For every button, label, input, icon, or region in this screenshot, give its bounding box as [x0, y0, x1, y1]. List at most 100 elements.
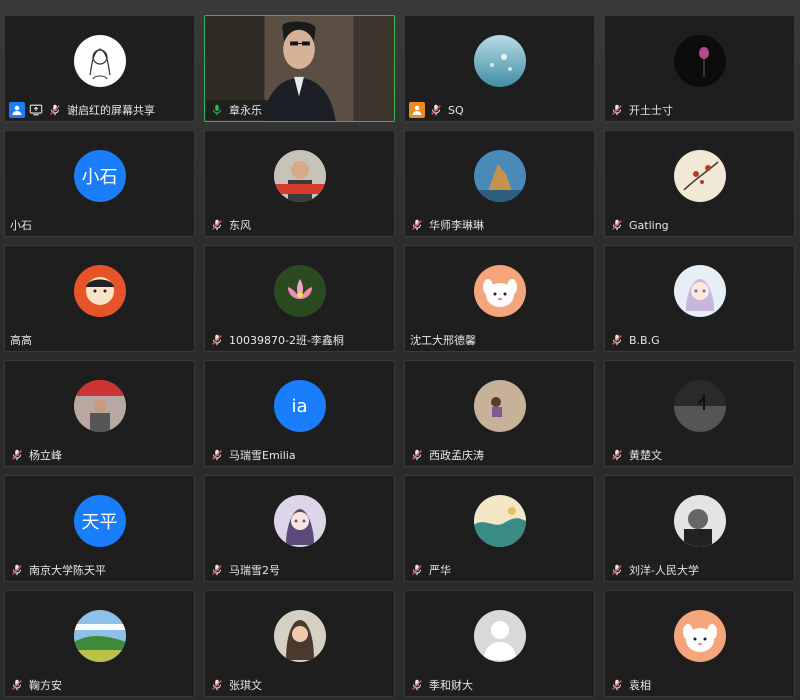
participant-avatar	[673, 35, 726, 87]
participant-tile[interactable]: SQ	[404, 15, 595, 122]
participant-tile[interactable]: ia 马瑞雪Emilia	[204, 360, 395, 467]
participant-name-bar: B.B.G	[606, 330, 666, 350]
mic-muted-icon	[428, 102, 444, 118]
participant-avatar	[273, 150, 326, 202]
participant-avatar	[673, 610, 726, 662]
participant-avatar: 小石	[73, 150, 126, 202]
participant-name-bar: 杨立峰	[6, 445, 68, 465]
participant-tile[interactable]: 华师李琳琳	[404, 130, 595, 237]
participant-name-bar: 鞠方安	[6, 675, 68, 695]
participant-name: 华师李琳琳	[429, 219, 484, 232]
participant-name-bar: 刘洋-人民大学	[606, 560, 705, 580]
participant-tile[interactable]: 鞠方安	[4, 590, 195, 697]
mic-muted-icon	[209, 677, 225, 693]
participant-name: 季和财大	[429, 679, 473, 692]
participant-name-bar: SQ	[406, 100, 470, 120]
participant-avatar	[73, 35, 126, 87]
participant-name: 刘洋-人民大学	[629, 564, 699, 577]
participant-tile[interactable]: 谢启红的屏幕共享	[4, 15, 195, 122]
participant-name: 张琪文	[229, 679, 262, 692]
participant-tile[interactable]: Gatling	[604, 130, 795, 237]
participant-tile[interactable]: 章永乐	[204, 15, 395, 122]
mic-muted-icon	[409, 562, 425, 578]
participant-name: 鞠方安	[29, 679, 62, 692]
mic-muted-icon	[609, 332, 625, 348]
participant-name: 杨立峰	[29, 449, 62, 462]
participant-name: 黄楚文	[629, 449, 662, 462]
participant-name-bar: 沈工大邢德馨	[406, 330, 482, 350]
participant-grid: 谢启红的屏幕共享 章永乐 SQ 开土士寸 小石 小石 东风 华师李琳琳 Gatling 高高 100…	[4, 15, 796, 697]
participant-avatar	[73, 380, 126, 432]
participant-name-bar: 谢启红的屏幕共享	[6, 100, 161, 120]
participant-name: B.B.G	[629, 333, 660, 347]
participant-name: 东风	[229, 219, 251, 232]
participant-tile[interactable]: 季和财大	[404, 590, 595, 697]
participant-avatar	[473, 495, 526, 547]
participant-avatar	[673, 150, 726, 202]
participant-tile[interactable]: 严华	[404, 475, 595, 582]
participant-name-bar: 西政孟庆涛	[406, 445, 490, 465]
participant-avatar	[473, 150, 526, 202]
participant-name-bar: 开土士寸	[606, 100, 679, 120]
participant-tile[interactable]: 杨立峰	[4, 360, 195, 467]
participant-name: 章永乐	[229, 104, 262, 117]
participant-tile[interactable]: 开土士寸	[604, 15, 795, 122]
participant-name-bar: 南京大学陈天平	[6, 560, 112, 580]
participant-tile[interactable]: 袁相	[604, 590, 795, 697]
participant-tile[interactable]: 黄楚文	[604, 360, 795, 467]
participant-name: 谢启红的屏幕共享	[67, 104, 155, 117]
mic-muted-icon	[609, 562, 625, 578]
participant-avatar: 天平	[73, 495, 126, 547]
participant-tile[interactable]: 张琪文	[204, 590, 395, 697]
host-user-icon	[409, 102, 425, 118]
participant-tile[interactable]: 高高	[4, 245, 195, 352]
participant-tile[interactable]: 10039870-2班-李鑫桐	[204, 245, 395, 352]
participant-tile[interactable]: 沈工大邢德馨	[404, 245, 595, 352]
participant-name-bar: 严华	[406, 560, 457, 580]
participant-name: 小石	[10, 219, 32, 232]
participant-name-bar: 季和财大	[406, 675, 479, 695]
participant-avatar	[473, 265, 526, 317]
participant-name-bar: 马瑞雪2号	[206, 560, 286, 580]
mic-muted-icon	[409, 217, 425, 233]
participant-tile[interactable]: 小石 小石	[4, 130, 195, 237]
participant-avatar	[673, 265, 726, 317]
screen-share-icon	[28, 102, 44, 118]
participant-avatar	[73, 610, 126, 662]
participant-name-bar: 袁相	[606, 675, 657, 695]
participant-name-bar: 张琪文	[206, 675, 268, 695]
participant-tile[interactable]: B.B.G	[604, 245, 795, 352]
mic-muted-icon	[209, 562, 225, 578]
participant-name: 沈工大邢德馨	[410, 334, 476, 347]
mic-active-icon	[209, 102, 225, 118]
mic-muted-icon	[609, 217, 625, 233]
participant-name: 南京大学陈天平	[29, 564, 106, 577]
participant-name: 马瑞雪Emilia	[229, 449, 296, 462]
participant-tile[interactable]: 刘洋-人民大学	[604, 475, 795, 582]
mic-muted-icon	[609, 677, 625, 693]
participant-tile[interactable]: 天平南京大学陈天平	[4, 475, 195, 582]
participant-tile[interactable]: 东风	[204, 130, 395, 237]
participant-name-bar: 东风	[206, 215, 257, 235]
mic-muted-icon	[209, 217, 225, 233]
mic-muted-icon	[9, 562, 25, 578]
participant-tile[interactable]: 西政孟庆涛	[404, 360, 595, 467]
mic-muted-icon	[9, 447, 25, 463]
participant-name-bar: 10039870-2班-李鑫桐	[206, 330, 350, 350]
avatar-initials: ia	[291, 395, 308, 417]
participant-name-bar: 小石	[6, 215, 38, 235]
participant-tile[interactable]: 马瑞雪2号	[204, 475, 395, 582]
participant-name: 袁相	[629, 679, 651, 692]
avatar-initials: 小石	[81, 167, 118, 188]
user-icon	[9, 102, 25, 118]
participant-avatar	[473, 35, 526, 87]
participant-avatar	[73, 265, 126, 317]
participant-avatar: ia	[273, 380, 326, 432]
participant-name-bar: 华师李琳琳	[406, 215, 490, 235]
mic-muted-icon	[409, 677, 425, 693]
participant-name: 马瑞雪2号	[229, 564, 280, 577]
participant-name-bar: 高高	[6, 330, 38, 350]
mic-muted-icon	[209, 332, 225, 348]
mic-muted-icon	[209, 447, 225, 463]
participant-avatar	[273, 265, 326, 317]
